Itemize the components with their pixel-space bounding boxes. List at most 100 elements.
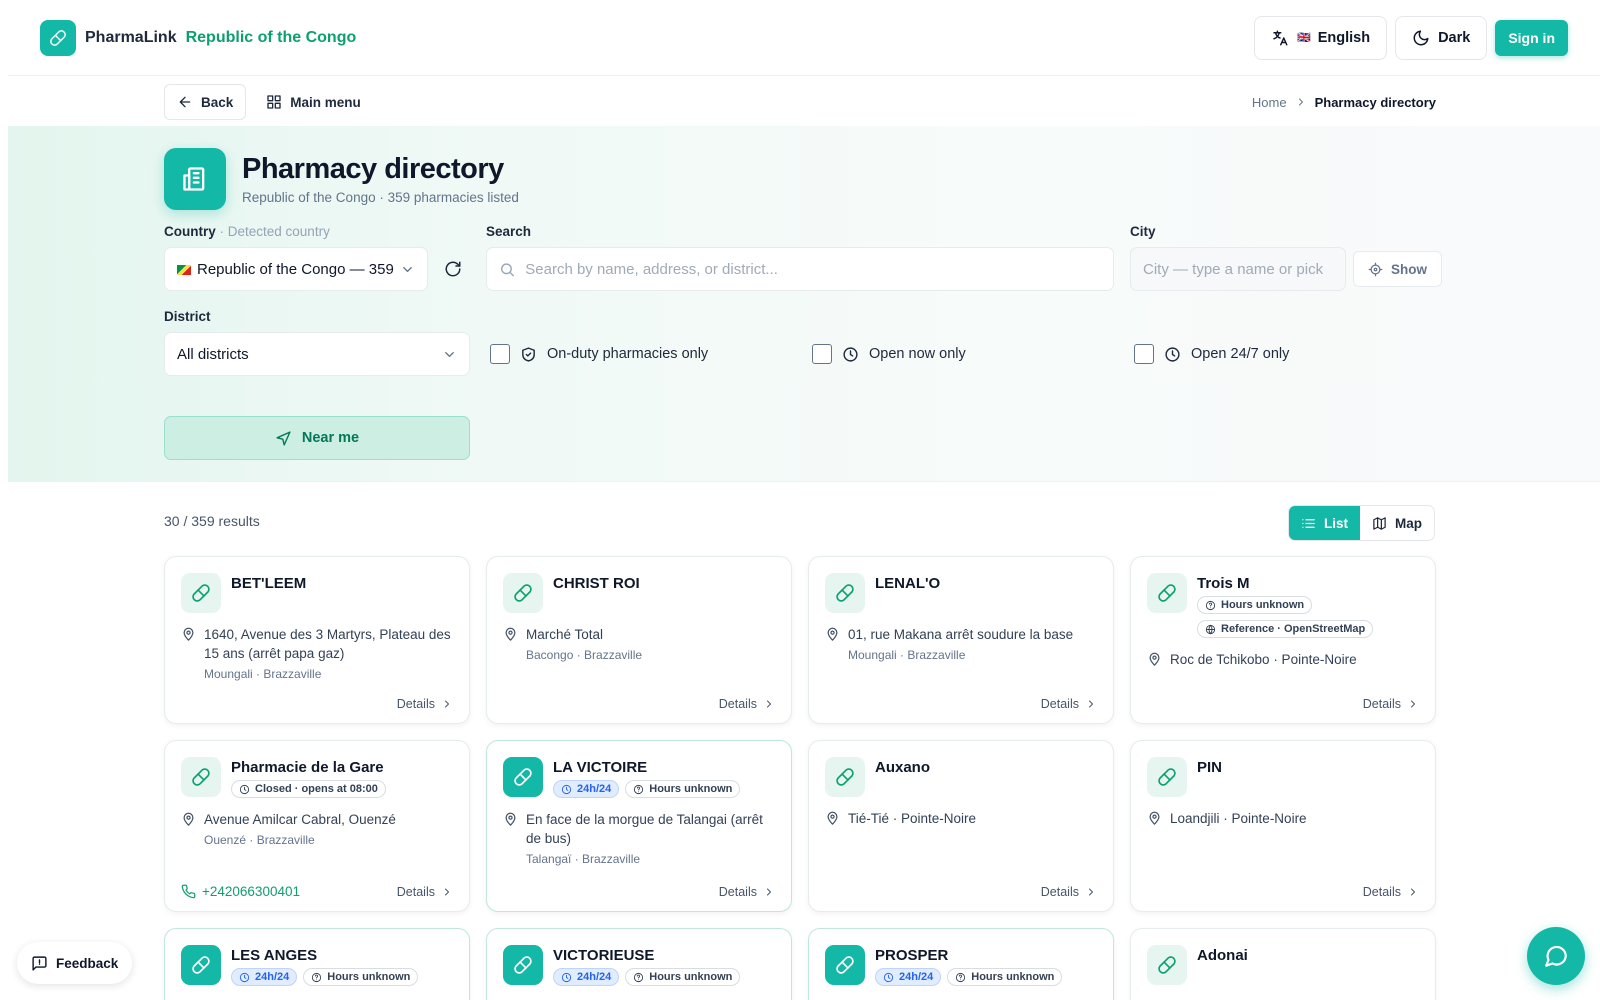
on-duty-label: On-duty pharmacies only (547, 346, 709, 362)
status-badge: 24h/24 (875, 968, 942, 986)
clock-icon (561, 972, 572, 983)
pharmacy-card[interactable]: CHRIST ROI Marché Total Bacongo · Brazzavi… (486, 556, 792, 724)
clock-icon (561, 784, 572, 795)
pharmacy-name[interactable]: VICTORIEUSE (553, 947, 740, 964)
pharmacy-name[interactable]: PROSPER (875, 947, 1062, 964)
pharmacy-card[interactable]: LENAL'O 01, rue Makana arrêt soudure la b… (808, 556, 1114, 724)
clock-icon (1165, 346, 1180, 362)
pharmacy-name[interactable]: LA VICTOIRE (553, 759, 740, 776)
open-now-label: Open now only (869, 346, 966, 362)
chevron-down-icon (445, 351, 454, 357)
refresh-button[interactable] (444, 260, 462, 278)
pill-icon (503, 573, 543, 613)
open-247-box[interactable] (1134, 344, 1154, 364)
open-now-box[interactable] (812, 344, 832, 364)
map-icon (1373, 516, 1386, 530)
pharmacy-card[interactable]: PROSPER 24h/24 Hours unknown (808, 928, 1114, 1000)
help-circle-icon (311, 972, 322, 983)
pharmacy-name[interactable]: Trois M (1197, 575, 1419, 592)
chevron-down-icon (403, 266, 412, 272)
pill-icon (825, 945, 865, 985)
clock-icon (883, 972, 894, 983)
pharmacy-card[interactable]: Trois M Hours unknown Reference · OpenStre… (1130, 556, 1436, 724)
map-pin-icon (825, 625, 840, 665)
open-now-checkbox[interactable]: Open now only (812, 344, 966, 364)
theme-toggle-button[interactable]: Dark (1395, 15, 1488, 60)
details-label: Details (396, 697, 435, 711)
on-duty-checkbox[interactable]: On-duty pharmacies only (490, 344, 708, 364)
details-link[interactable]: Details (719, 885, 775, 899)
main-menu-button[interactable]: Main menu (266, 94, 361, 110)
open-247-checkbox[interactable]: Open 24/7 only (1134, 344, 1289, 364)
pharmacy-card[interactable]: VICTORIEUSE 24h/24 Hours unknown (486, 928, 792, 1000)
feedback-button[interactable]: Feedback (17, 942, 133, 984)
chat-button[interactable] (1527, 927, 1585, 985)
sign-in-button[interactable]: Sign in (1495, 19, 1568, 56)
pharmacy-name[interactable]: Adonai (1197, 947, 1248, 964)
pharmacy-card[interactable]: LA VICTOIRE 24h/24 Hours unknown En face de… (486, 740, 792, 912)
pharmacy-card[interactable]: Auxano Tié-Tié · Pointe-Noire Details (808, 740, 1114, 912)
card-footer: Details (503, 885, 775, 899)
details-link[interactable]: Details (397, 697, 453, 711)
city-label: City (1130, 224, 1156, 239)
pill-icon (825, 757, 865, 797)
pharmacy-name[interactable]: LES ANGES (231, 947, 418, 964)
near-me-button[interactable]: Near me (164, 416, 470, 460)
details-link[interactable]: Details (1041, 885, 1097, 899)
city-input[interactable] (1143, 260, 1333, 278)
pharmacy-name[interactable]: LENAL'O (875, 575, 940, 592)
details-link[interactable]: Details (1363, 697, 1419, 711)
top-bar: PharmaLink Republic of the Congo 🇬🇧 Engl… (8, 0, 1600, 76)
badge-list: 24h/24 Hours unknown (231, 968, 419, 986)
chevron-right-icon (1085, 698, 1097, 710)
details-link[interactable]: Details (1363, 885, 1419, 899)
status-badge: 24h/24 (231, 968, 298, 986)
pharmacy-card[interactable]: LES ANGES 24h/24 Hours unknown (164, 928, 470, 1000)
pharmacy-name[interactable]: CHRIST ROI (553, 575, 640, 592)
search-field[interactable] (486, 247, 1114, 291)
pharmacy-name[interactable]: Auxano (875, 759, 930, 776)
language-button[interactable]: 🇬🇧 English (1254, 15, 1388, 60)
map-view-button[interactable]: Map (1360, 506, 1434, 540)
city-field[interactable] (1130, 247, 1346, 291)
pharmacy-card[interactable]: Pharmacie de la Gare Closed · opens at 08… (164, 740, 470, 912)
back-button[interactable]: Back (164, 84, 247, 120)
congo-flag-icon (177, 264, 191, 275)
badge-text: Hours unknown (649, 783, 733, 795)
pharmacy-name[interactable]: Pharmacie de la Gare (231, 759, 386, 776)
pharmacy-name[interactable]: BET'LEEM (231, 575, 306, 592)
pharmacy-card[interactable]: BET'LEEM 1640, Avenue des 3 Martyrs, Plat… (164, 556, 470, 724)
details-link[interactable]: Details (1041, 697, 1097, 711)
pharmacy-card[interactable]: PIN Loandjili · Pointe-Noire Details (1130, 740, 1436, 912)
card-footer: Details (503, 697, 775, 711)
details-label: Details (1362, 885, 1401, 899)
details-link[interactable]: Details (719, 697, 775, 711)
pill-icon (1147, 757, 1187, 797)
search-input[interactable] (525, 260, 1101, 278)
status-badge: Hours unknown (303, 968, 419, 986)
district-select[interactable]: All districts (164, 332, 470, 376)
pill-icon (181, 945, 221, 985)
show-location-button[interactable]: Show (1353, 251, 1442, 287)
page-title: Pharmacy directory (242, 153, 504, 185)
list-view-button[interactable]: List (1289, 506, 1361, 540)
pharmacy-name[interactable]: PIN (1197, 759, 1222, 776)
country-label: Country · Detected country (164, 224, 330, 239)
details-link[interactable]: Details (397, 885, 453, 899)
pharmacy-card[interactable]: Adonai (1130, 928, 1436, 1000)
help-circle-icon (955, 972, 966, 983)
phone-link[interactable]: +242066300401 (181, 884, 300, 899)
view-toggle: List Map (1288, 505, 1436, 541)
on-duty-box[interactable] (490, 344, 510, 364)
country-select[interactable]: Republic of the Congo — 359 (164, 247, 428, 291)
breadcrumb-home[interactable]: Home (1252, 95, 1287, 110)
status-badge: Hours unknown (1197, 596, 1313, 614)
locality-text: Moungali · Brazzaville (204, 667, 322, 681)
navigation-icon (276, 430, 291, 446)
grid-icon (267, 95, 281, 109)
country-value: Republic of the Congo — 359 (197, 260, 394, 278)
details-label: Details (718, 885, 757, 899)
address-block: Roc de Tchikobo · Pointe-Noire (1147, 650, 1419, 669)
badge-list: 24h/24 Hours unknown (875, 968, 1063, 986)
brand[interactable]: PharmaLink Republic of the Congo (40, 19, 356, 56)
